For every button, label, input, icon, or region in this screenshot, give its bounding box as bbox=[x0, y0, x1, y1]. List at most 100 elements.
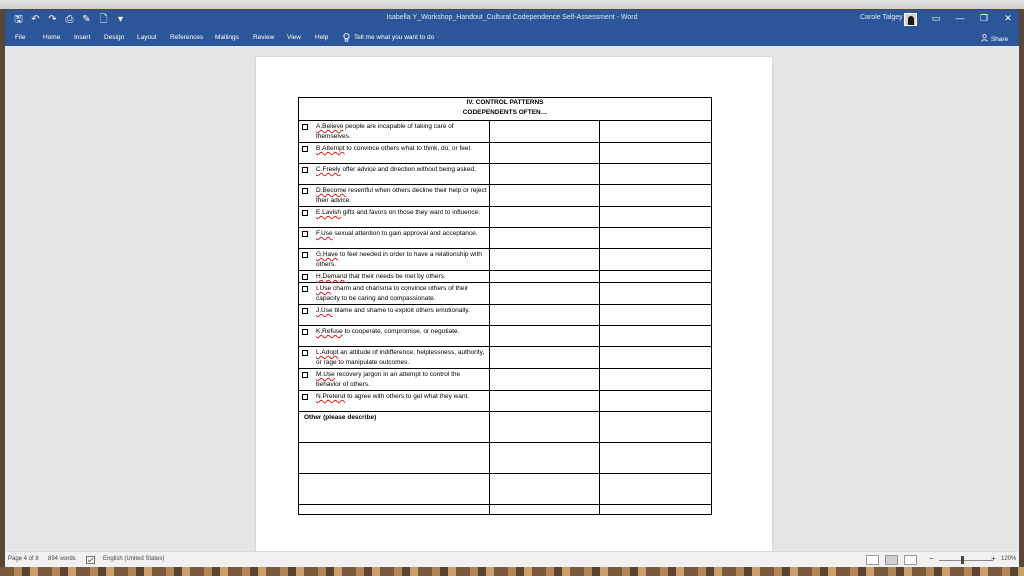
tab-help[interactable]: Help bbox=[315, 34, 328, 41]
checkbox[interactable] bbox=[302, 146, 308, 152]
zoom-out-button[interactable]: − bbox=[929, 554, 934, 563]
zoom-level[interactable]: 120% bbox=[1001, 556, 1016, 562]
response-cell[interactable] bbox=[488, 227, 601, 249]
notes-cell[interactable] bbox=[599, 304, 712, 326]
response-cell[interactable] bbox=[488, 390, 601, 412]
checkbox[interactable] bbox=[302, 329, 308, 335]
checkbox[interactable] bbox=[302, 210, 308, 216]
notes-cell[interactable] bbox=[599, 270, 712, 283]
response-cell[interactable] bbox=[488, 120, 601, 143]
proofing-icon[interactable] bbox=[86, 556, 95, 564]
share-button[interactable]: Share bbox=[981, 34, 1008, 43]
notes-cell[interactable] bbox=[599, 206, 712, 228]
blank-cell[interactable] bbox=[298, 504, 490, 515]
response-cell[interactable] bbox=[488, 346, 601, 369]
ribbon-display-options-icon[interactable]: ▭ bbox=[929, 13, 943, 24]
notes-cell[interactable] bbox=[599, 368, 712, 391]
blank-cell[interactable] bbox=[298, 442, 490, 474]
page-count[interactable]: Page 4 of 8 bbox=[8, 556, 39, 562]
blank-cell[interactable] bbox=[298, 473, 490, 505]
notes-cell[interactable] bbox=[599, 325, 712, 347]
checkbox[interactable] bbox=[302, 286, 308, 292]
document-title: Isabella Y_Workshop_Handout_Cultural Cod… bbox=[386, 14, 638, 21]
notes-cell[interactable] bbox=[599, 282, 712, 305]
notes-cell[interactable] bbox=[599, 163, 712, 185]
checkbox[interactable] bbox=[302, 252, 308, 258]
notes-cell[interactable] bbox=[599, 248, 712, 271]
document-area: IV. CONTROL PATTERNS CODEPENDENTS OFTEN…… bbox=[5, 46, 1019, 551]
word-count[interactable]: 894 words bbox=[48, 556, 76, 562]
tab-design[interactable]: Design bbox=[104, 34, 124, 41]
minimize-button[interactable]: — bbox=[953, 13, 967, 23]
restore-button[interactable]: ❐ bbox=[977, 13, 991, 24]
tab-home[interactable]: Home bbox=[43, 34, 60, 41]
response-cell[interactable] bbox=[488, 163, 601, 185]
redo-icon[interactable]: ↷ bbox=[47, 13, 58, 27]
other-cell[interactable]: Other (please describe) bbox=[298, 411, 490, 443]
response-cell[interactable] bbox=[488, 206, 601, 228]
checkbox[interactable] bbox=[302, 167, 308, 173]
blank-cell[interactable] bbox=[599, 473, 712, 505]
notes-cell[interactable] bbox=[599, 390, 712, 412]
response-cell[interactable] bbox=[488, 142, 601, 164]
response-cell[interactable] bbox=[488, 184, 601, 207]
blank-cell[interactable] bbox=[488, 473, 601, 505]
checkbox[interactable] bbox=[302, 124, 308, 130]
checkbox[interactable] bbox=[302, 188, 308, 194]
checkbox[interactable] bbox=[302, 372, 308, 378]
customize-toolbar-icon[interactable]: ▾ bbox=[115, 13, 126, 27]
tab-review[interactable]: Review bbox=[253, 34, 274, 41]
close-button[interactable]: ✕ bbox=[1001, 13, 1015, 24]
zoom-in-button[interactable]: + bbox=[991, 554, 996, 563]
response-cell[interactable] bbox=[488, 325, 601, 347]
tab-insert[interactable]: Insert bbox=[74, 34, 90, 41]
response-cell[interactable] bbox=[488, 270, 601, 283]
response-cell[interactable] bbox=[488, 368, 601, 391]
pattern-keyword: B.Attempt bbox=[316, 145, 345, 152]
undo-icon[interactable]: ↶ bbox=[30, 13, 41, 27]
other-label: Other (please describe) bbox=[304, 414, 377, 421]
blank-cell[interactable] bbox=[488, 442, 601, 474]
response-cell[interactable] bbox=[488, 248, 601, 271]
zoom-slider[interactable] bbox=[939, 560, 993, 561]
user-avatar[interactable] bbox=[904, 13, 917, 26]
notes-cell[interactable] bbox=[599, 120, 712, 143]
pattern-text: F.Use sexual attention to gain approval … bbox=[316, 229, 487, 239]
tab-file[interactable]: File bbox=[15, 34, 25, 41]
tell-me-search[interactable]: Tell me what you want to do bbox=[343, 33, 434, 42]
response-cell[interactable] bbox=[488, 282, 601, 305]
checkbox[interactable] bbox=[302, 274, 308, 280]
checkbox[interactable] bbox=[302, 394, 308, 400]
blank-cell[interactable] bbox=[599, 504, 712, 515]
tab-references[interactable]: References bbox=[170, 34, 203, 41]
response-cell[interactable] bbox=[488, 411, 601, 443]
pattern-cell: L.Adopt an attitude of indifference, hel… bbox=[298, 346, 490, 369]
tab-view[interactable]: View bbox=[287, 34, 301, 41]
notes-cell[interactable] bbox=[599, 411, 712, 443]
notes-cell[interactable] bbox=[599, 227, 712, 249]
blank-cell[interactable] bbox=[488, 504, 601, 515]
checkbox[interactable] bbox=[302, 350, 308, 356]
format-painter-icon[interactable]: ✎ bbox=[81, 13, 92, 27]
zoom-slider-thumb[interactable] bbox=[961, 556, 964, 564]
checkbox[interactable] bbox=[302, 231, 308, 237]
response-cell[interactable] bbox=[488, 304, 601, 326]
notes-cell[interactable] bbox=[599, 346, 712, 369]
print-preview-icon[interactable]: ⎙ bbox=[64, 13, 75, 27]
notes-cell[interactable] bbox=[599, 142, 712, 164]
document-page[interactable]: IV. CONTROL PATTERNS CODEPENDENTS OFTEN…… bbox=[256, 57, 772, 551]
web-layout-icon[interactable] bbox=[904, 555, 917, 565]
user-name[interactable]: Carole Talgey bbox=[860, 14, 903, 21]
new-document-icon[interactable]: 🗋 bbox=[98, 13, 109, 27]
language[interactable]: English (United States) bbox=[103, 556, 164, 562]
pattern-description: that their needs be met by others. bbox=[347, 273, 446, 280]
blank-cell[interactable] bbox=[599, 442, 712, 474]
print-layout-icon[interactable] bbox=[885, 555, 898, 565]
tab-layout[interactable]: Layout bbox=[137, 34, 157, 41]
read-mode-icon[interactable] bbox=[866, 555, 879, 565]
notes-cell[interactable] bbox=[599, 184, 712, 207]
pattern-text: B.Attempt to convince others what to thi… bbox=[316, 144, 487, 154]
tab-mailings[interactable]: Mailings bbox=[215, 34, 239, 41]
save-icon[interactable]: 🖫 bbox=[13, 13, 24, 27]
checkbox[interactable] bbox=[302, 308, 308, 314]
